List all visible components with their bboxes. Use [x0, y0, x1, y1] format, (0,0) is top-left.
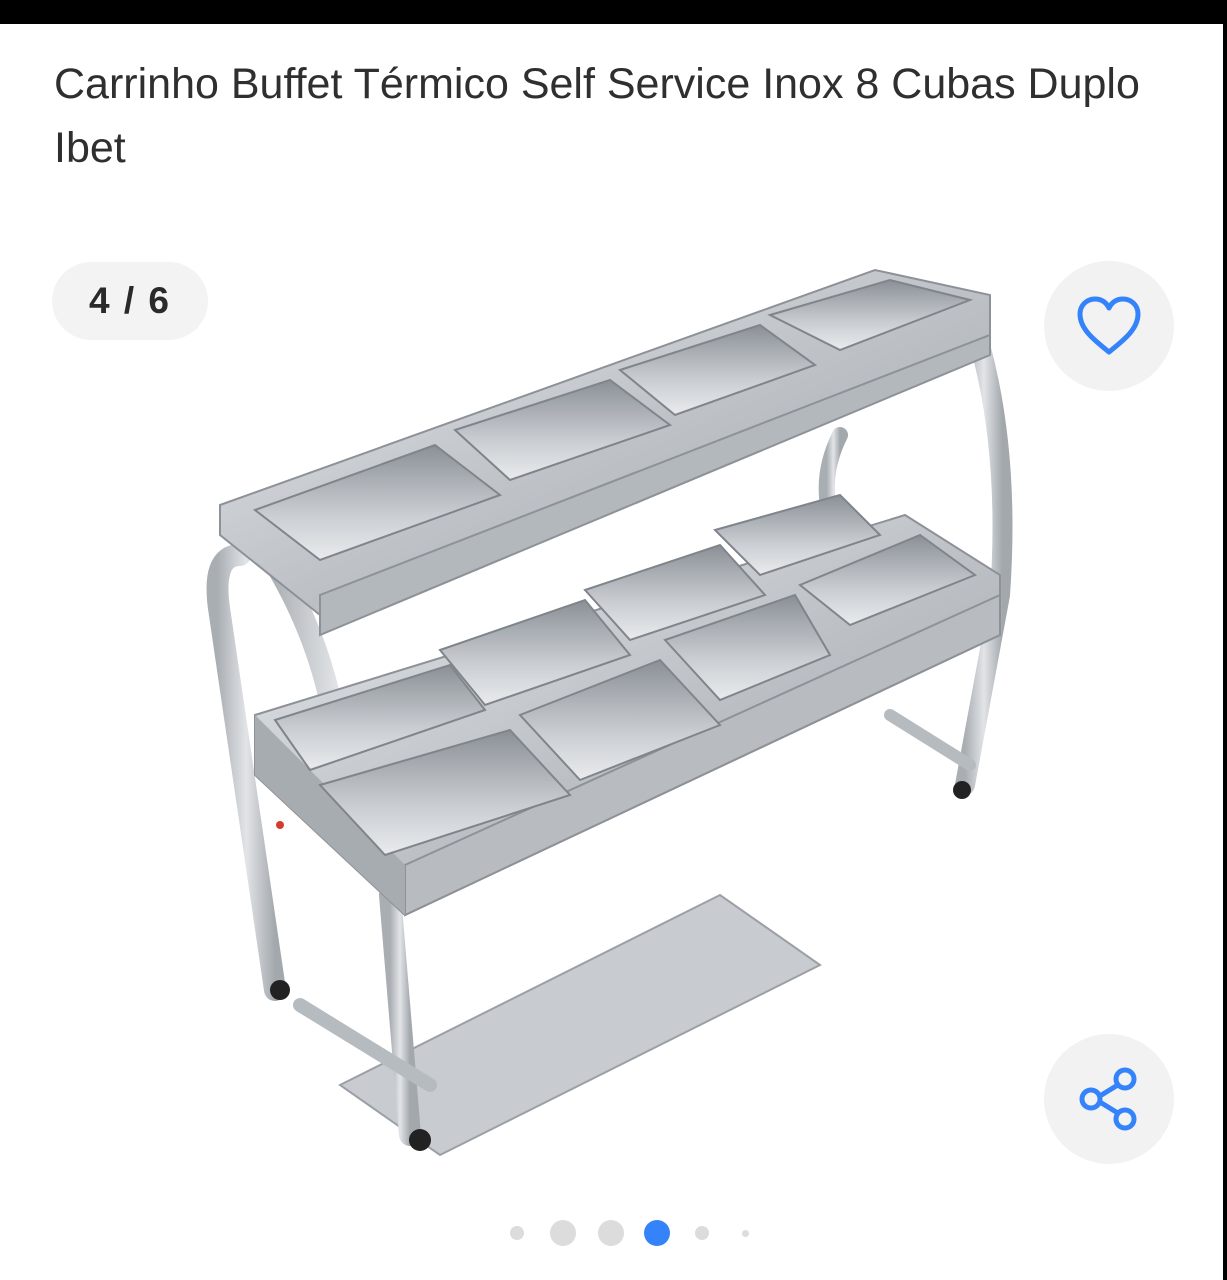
carousel-dot[interactable]: [742, 1230, 749, 1237]
product-image[interactable]: [200, 255, 1020, 1165]
favorite-button[interactable]: [1044, 261, 1174, 391]
image-counter: 4 / 6: [52, 262, 208, 340]
share-icon: [1079, 1067, 1137, 1131]
share-button[interactable]: [1044, 1034, 1174, 1164]
carousel-dot[interactable]: [598, 1220, 624, 1246]
product-title: Carrinho Buffet Térmico Self Service Ino…: [54, 60, 1140, 172]
carousel-dot[interactable]: [510, 1226, 524, 1240]
carousel-dot[interactable]: [695, 1226, 709, 1240]
carousel-dot-active[interactable]: [644, 1220, 670, 1246]
carousel-dots: [500, 1212, 770, 1252]
status-bar: [0, 0, 1227, 24]
heart-outline-icon: [1077, 296, 1141, 355]
screen-edge: [1223, 24, 1227, 1280]
carousel-dot[interactable]: [550, 1220, 576, 1246]
